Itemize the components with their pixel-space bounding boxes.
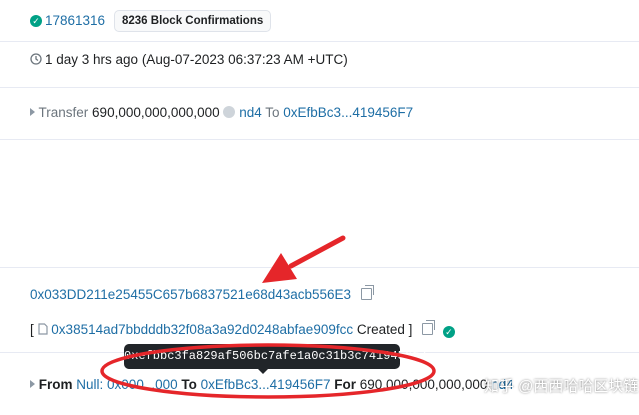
red-ellipse-annotation bbox=[100, 343, 436, 399]
red-arrow-annotation bbox=[262, 235, 346, 283]
annotation-overlay bbox=[100, 235, 436, 399]
watermark-text: 知乎 @西西哈哈区块链 bbox=[484, 378, 639, 395]
